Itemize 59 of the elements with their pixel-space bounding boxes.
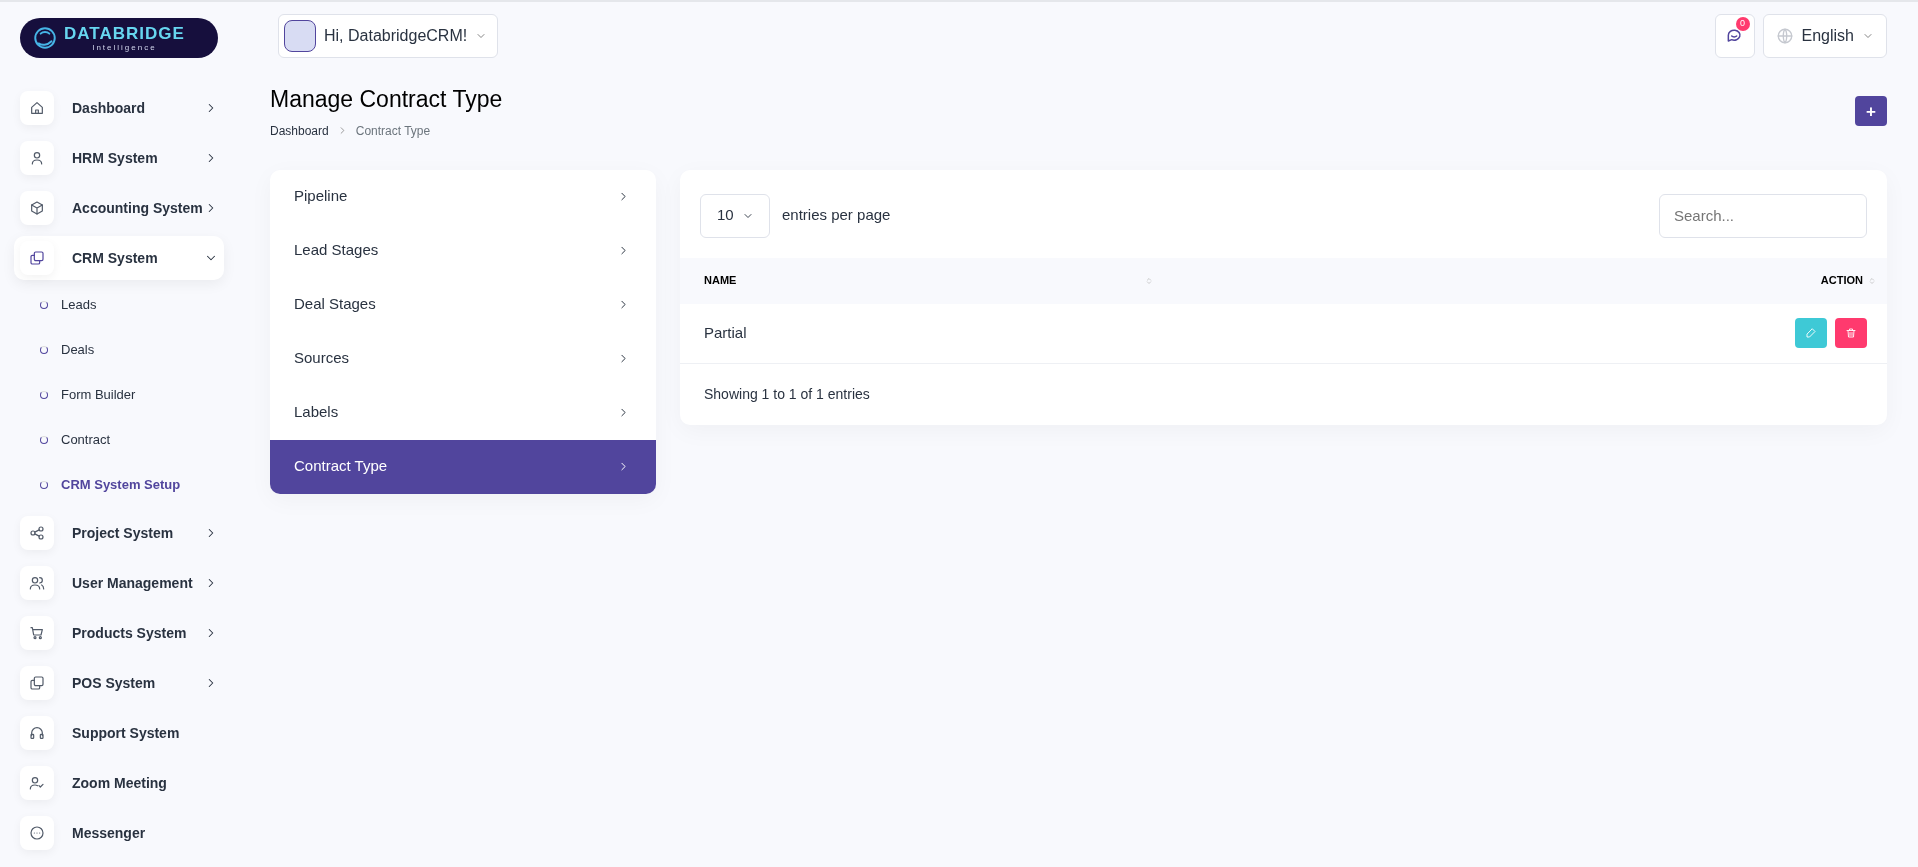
sidebar-subitem[interactable]: CRM System Setup — [40, 466, 262, 503]
sidebar-subitem[interactable]: Leads — [40, 286, 262, 323]
sidebar-item[interactable]: Project System — [14, 511, 224, 555]
pencil-icon — [1805, 327, 1817, 340]
settings-menu-item[interactable]: Lead Stages — [270, 223, 656, 278]
sidebar-subitem[interactable]: Deals — [40, 331, 262, 368]
page-size-label: entries per page — [782, 205, 891, 226]
sidebar-item[interactable]: POS System — [14, 661, 224, 705]
search-field[interactable]: Search... — [1659, 193, 1867, 238]
stacked-squares-icon — [29, 250, 45, 266]
column-header[interactable]: NAME — [704, 272, 1154, 289]
person-icon — [29, 150, 45, 166]
breadcrumb-link[interactable]: Dashboard — [270, 121, 329, 140]
sidebar-item[interactable]: User Management — [14, 561, 224, 605]
sidebar-subitem[interactable]: Form Builder — [40, 376, 262, 413]
sidebar-subitem[interactable]: Contract — [40, 421, 262, 458]
settings-menu-item[interactable]: Pipeline — [270, 169, 656, 224]
sidebar-item[interactable]: Products System — [14, 611, 224, 655]
stacked-squares-icon — [29, 675, 45, 691]
sidebar-item[interactable]: Accounting System — [14, 186, 224, 230]
headphones-icon — [29, 725, 45, 741]
sort-icon — [1144, 275, 1154, 286]
logo[interactable]: DATABRIDGE Intelligence — [20, 18, 218, 58]
table-footer-text: Showing 1 to 1 of 1 entries — [703, 384, 871, 404]
breadcrumb-current: Contract Type — [355, 122, 431, 140]
sidebar-item[interactable]: HRM System — [14, 136, 224, 180]
cart-icon — [29, 625, 45, 641]
people-icon — [29, 575, 45, 591]
person-check-icon — [29, 775, 45, 791]
column-header[interactable]: ACTION — [1820, 272, 1877, 289]
sidebar-item[interactable]: CRM System — [14, 236, 224, 280]
sidebar-item[interactable]: Zoom Meeting — [14, 761, 224, 805]
settings-menu-item[interactable]: Labels — [270, 385, 656, 440]
settings-menu-item[interactable]: Contract Type — [270, 439, 656, 494]
logo-mark-icon — [32, 25, 58, 51]
sidebar-item[interactable]: Support System — [14, 711, 224, 755]
sidebar-item[interactable]: Messenger — [14, 811, 224, 855]
home-icon — [29, 100, 45, 116]
page-size-select[interactable]: 10 — [700, 193, 770, 238]
cube-icon — [29, 200, 45, 216]
share-nodes-icon — [29, 525, 45, 541]
brand-name: DATABRIDGE — [64, 24, 185, 42]
notification-count: 0 — [1735, 17, 1750, 31]
user-menu-button[interactable]: Hi, DatabridgeCRM! — [278, 14, 499, 58]
page-title: Manage Contract Type — [270, 86, 503, 114]
settings-menu-item[interactable]: Sources — [270, 331, 656, 386]
trash-icon — [1845, 327, 1857, 340]
globe-icon — [1775, 27, 1794, 45]
settings-menu-item[interactable]: Deal Stages — [270, 277, 656, 332]
edit-button[interactable] — [1795, 318, 1827, 349]
table-cell-text: Partial — [704, 322, 748, 343]
language-dropdown[interactable]: English — [1762, 14, 1887, 58]
chat-icon — [29, 825, 45, 841]
avatar — [284, 20, 316, 52]
sort-icon — [1867, 275, 1877, 286]
add-button[interactable]: + — [1855, 96, 1887, 126]
brand-tagline: Intelligence — [91, 43, 158, 52]
sidebar-item[interactable]: Dashboard — [14, 86, 224, 130]
delete-button[interactable] — [1835, 318, 1867, 349]
